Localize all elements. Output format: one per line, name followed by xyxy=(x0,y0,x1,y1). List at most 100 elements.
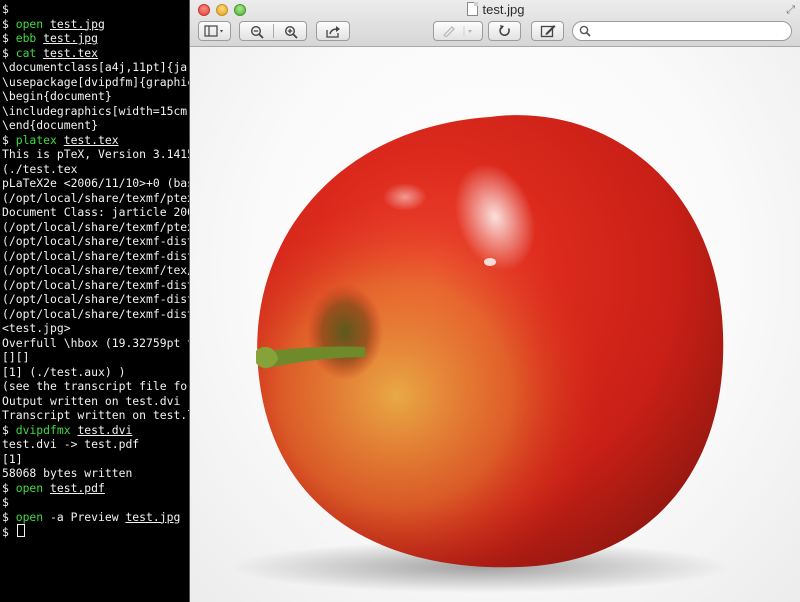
terminal-argument: test.jpg xyxy=(43,31,99,45)
preview-window[interactable]: test.jpg ⤢ xyxy=(189,0,800,602)
terminal-line: pLaTeX2e <2006/11/10>+0 (based xyxy=(2,176,190,191)
terminal-window[interactable]: $ $ open test.jpg $ ebb test.jpg $ cat test… xyxy=(0,0,190,602)
terminal-line: $ dvipdfmx test.dvi xyxy=(2,423,132,438)
window-title: test.jpg xyxy=(482,2,525,17)
preview-titlebar[interactable]: test.jpg ⤢ xyxy=(190,0,800,47)
terminal-line: \begin{document} xyxy=(2,89,112,104)
terminal-command: open xyxy=(15,480,44,495)
terminal-line: [][] xyxy=(2,350,29,365)
terminal-text: [][] xyxy=(2,350,30,364)
terminal-line: $ open test.pdf xyxy=(2,481,105,496)
terminal-text: (see the transcript file for a xyxy=(2,379,190,393)
terminal-text: (/opt/local/share/texmf/tex/la xyxy=(2,263,190,277)
terminal-line: test.dvi -> test.pdf xyxy=(2,437,139,452)
terminal-command: open xyxy=(15,16,44,31)
terminal-line: Output written on test.dvi (1 xyxy=(2,394,190,409)
terminal-command: cat xyxy=(15,45,37,60)
terminal-line: $ platex test.tex xyxy=(2,133,119,148)
terminal-line: (/opt/local/share/texmf-dist/ xyxy=(2,278,190,293)
terminal-command: open xyxy=(15,509,44,524)
terminal-argument: test.jpg xyxy=(50,16,105,31)
terminal-line: $ xyxy=(2,495,9,510)
terminal-line: Transcript written on test.log xyxy=(2,408,190,423)
apple-image xyxy=(230,115,730,593)
terminal-text: \includegraphics[width=15cm]{t xyxy=(2,103,190,118)
sidebar-toggle-button[interactable] xyxy=(198,21,231,41)
terminal-line: $ open -a Preview test.jpg xyxy=(2,510,180,525)
terminal-line: (/opt/local/share/texmf/ptex/ xyxy=(2,220,190,235)
terminal-line: (/opt/local/share/texmf-dist/ xyxy=(2,234,190,249)
terminal-text: <test.jpg> xyxy=(2,321,71,335)
terminal-line: $ xyxy=(2,524,25,540)
terminal-text: pLaTeX2e <2006/11/10>+0 (based xyxy=(2,176,190,190)
share-button[interactable] xyxy=(316,21,350,41)
sidebar-toggle-icon xyxy=(203,25,223,37)
terminal-line: (./test.tex xyxy=(2,162,77,177)
terminal-text: (/opt/local/share/texmf-dist/ xyxy=(2,248,190,263)
document-icon xyxy=(466,2,478,16)
terminal-text: \begin{document} xyxy=(2,89,112,103)
terminal-line: $ xyxy=(2,2,9,17)
terminal-line: \end{document} xyxy=(2,118,98,133)
terminal-line: \includegraphics[width=15cm]{t xyxy=(2,104,190,119)
terminal-cursor xyxy=(16,524,25,537)
markup-toolbox-icon xyxy=(540,25,555,38)
terminal-text: Transcript written on test.log xyxy=(2,408,190,422)
terminal-line: \usepackage[dvipdfm]{graphicx xyxy=(2,75,190,90)
rotate-icon xyxy=(498,25,510,36)
terminal-command: ebb xyxy=(15,31,37,45)
image-canvas[interactable] xyxy=(190,47,800,602)
terminal-line: This is pTeX, Version 3.14159 xyxy=(2,147,190,162)
terminal-text: Document Class: jarticle 2006/ xyxy=(2,205,190,219)
terminal-text: $ xyxy=(2,31,16,45)
terminal-line: (/opt/local/share/texmf-dist/ xyxy=(2,292,190,307)
terminal-text: $ xyxy=(2,525,16,539)
terminal-text: $ xyxy=(2,509,16,524)
zoom-in-icon[interactable] xyxy=(284,25,298,39)
terminal-text: $ xyxy=(2,45,16,60)
terminal-line: $ open test.jpg xyxy=(2,17,105,32)
terminal-text: $ xyxy=(2,422,16,437)
terminal-text: $ xyxy=(2,495,9,509)
terminal-text: $ xyxy=(2,2,9,16)
fullscreen-icon[interactable]: ⤢ xyxy=(786,3,795,17)
terminal-text: -a Preview xyxy=(43,509,126,524)
window-title-group: test.jpg xyxy=(190,2,800,17)
terminal-line: $ cat test.tex xyxy=(2,46,98,61)
terminal-text: $ xyxy=(2,132,16,147)
terminal-line: \documentclass[a4j,11pt]{jartic xyxy=(2,60,190,75)
terminal-argument: test.pdf xyxy=(50,480,105,495)
terminal-text: Overfull \hbox (19.32759pt too xyxy=(2,335,190,350)
terminal-line: (/opt/local/share/texmf/tex/la xyxy=(2,263,190,278)
terminal-command: dvipdfmx xyxy=(15,422,71,437)
terminal-argument: test.jpg xyxy=(125,509,181,524)
search-icon xyxy=(579,25,591,37)
terminal-line: <test.jpg> xyxy=(2,321,71,336)
terminal-line: [1] xyxy=(2,452,23,467)
terminal-argument: test.tex xyxy=(43,45,99,60)
terminal-line: Document Class: jarticle 2006/ xyxy=(2,205,190,220)
terminal-text: (./test.tex xyxy=(2,161,78,176)
terminal-line: (/opt/local/share/texmf-dist/ xyxy=(2,249,190,264)
terminal-text: (/opt/local/share/texmf/ptex/ xyxy=(2,219,190,234)
terminal-text: $ xyxy=(2,480,16,495)
terminal-line: (/opt/local/share/texmf/ptex/ xyxy=(2,191,190,206)
share-icon xyxy=(326,25,340,38)
terminal-text: Output written on test.dvi (1 xyxy=(2,393,190,408)
terminal-text: (/opt/local/share/texmf-dist/ xyxy=(2,277,190,292)
terminal-text: (/opt/local/share/texmf-dist/ xyxy=(2,306,190,321)
terminal-argument: test.tex xyxy=(63,132,119,147)
zoom-out-icon[interactable] xyxy=(250,25,264,39)
terminal-line: (/opt/local/share/texmf-dist/ xyxy=(2,307,190,322)
terminal-text: [1] xyxy=(2,451,23,466)
search-input[interactable] xyxy=(572,21,792,41)
terminal-text: (/opt/local/share/texmf-dist/ xyxy=(2,234,190,248)
terminal-text: [1] (./test.aux) ) xyxy=(2,364,126,379)
annotate-button[interactable] xyxy=(433,21,483,41)
markup-toolbox-button[interactable] xyxy=(531,21,564,41)
terminal-text: $ xyxy=(2,16,16,31)
rotate-button[interactable] xyxy=(488,21,521,41)
